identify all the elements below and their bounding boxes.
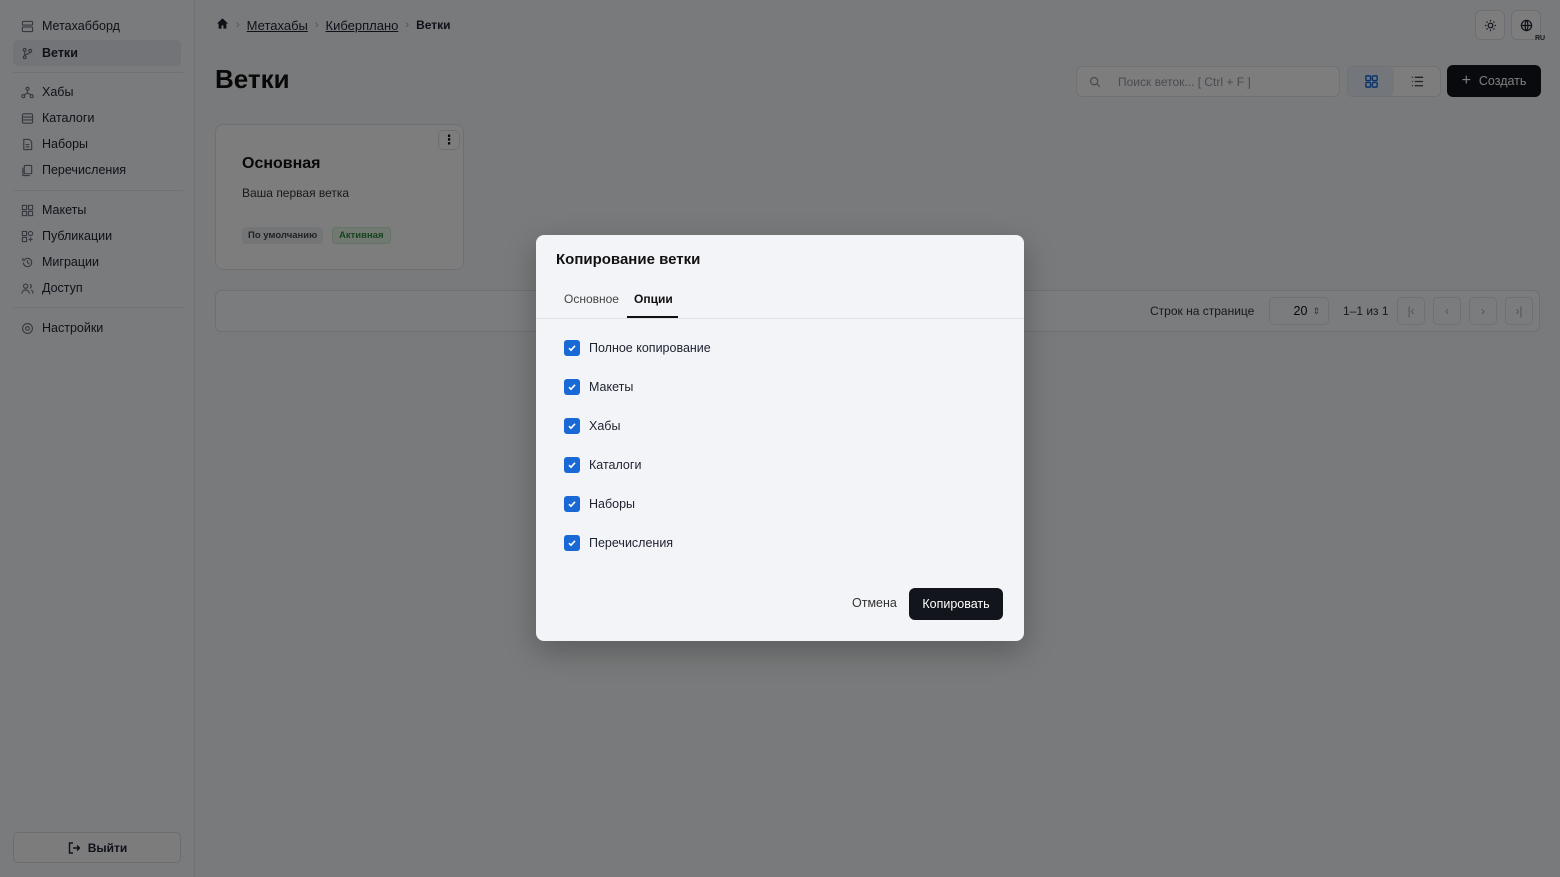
tab-general[interactable]: Основное [564,292,619,306]
option-label: Полное копирование [589,341,711,355]
checkbox[interactable] [564,340,580,356]
option-enums[interactable]: Перечисления [564,535,673,551]
checkbox[interactable] [564,457,580,473]
checkbox[interactable] [564,418,580,434]
dialog-tabs: Основное Опции [536,290,1024,319]
copy-button[interactable]: Копировать [909,588,1003,620]
cancel-button[interactable]: Отмена [852,596,897,610]
option-hubs[interactable]: Хабы [564,418,620,434]
check-icon [568,462,576,469]
option-label: Хабы [589,419,621,433]
active-tab-indicator [627,316,678,318]
check-icon [568,384,576,391]
checkbox[interactable] [564,535,580,551]
checkbox[interactable] [564,496,580,512]
check-icon [568,501,576,508]
check-icon [568,540,576,547]
check-icon [568,345,576,352]
option-label: Макеты [589,380,634,394]
dialog-title: Копирование ветки [556,251,701,268]
option-full-copy[interactable]: Полное копирование [564,340,711,356]
option-label: Перечисления [589,536,674,550]
option-catalogs[interactable]: Каталоги [564,457,641,473]
checkbox[interactable] [564,379,580,395]
option-label: Наборы [589,497,636,511]
tab-options[interactable]: Опции [634,292,673,306]
check-icon [568,423,576,430]
copy-branch-dialog: Копирование ветки Основное Опции Полное … [536,235,1024,641]
option-label: Каталоги [589,458,642,472]
option-sets[interactable]: Наборы [564,496,635,512]
option-layouts[interactable]: Макеты [564,379,633,395]
